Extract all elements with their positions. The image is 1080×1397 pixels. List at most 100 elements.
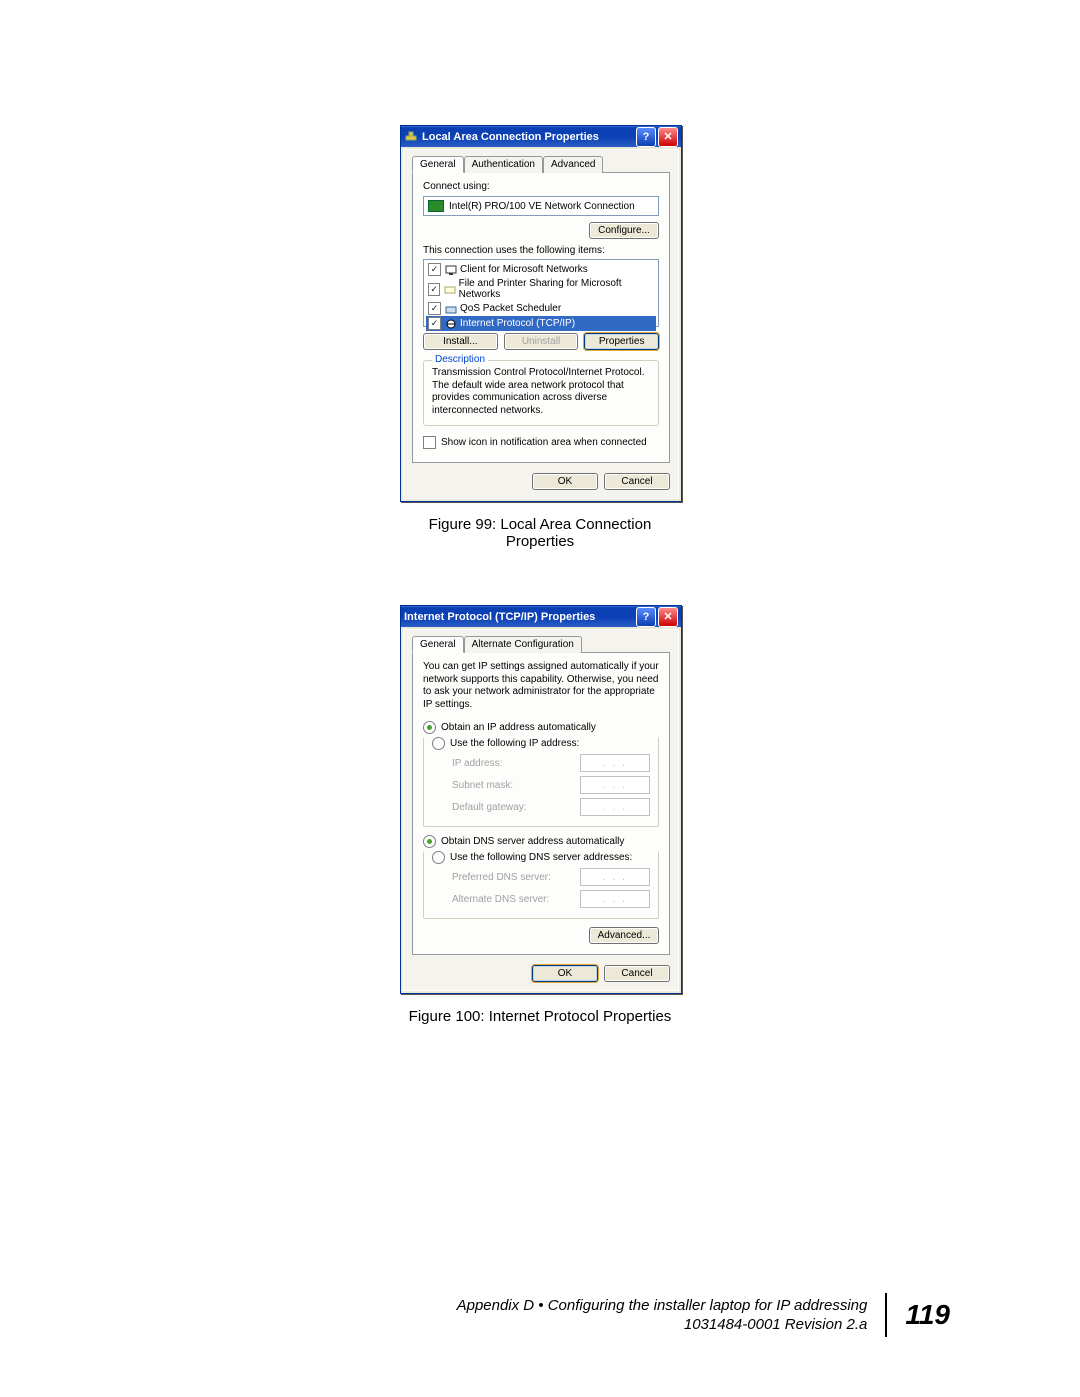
titlebar[interactable]: Internet Protocol (TCP/IP) Properties ? …: [401, 606, 681, 627]
show-icon-label: Show icon in notification area when conn…: [441, 437, 647, 448]
list-item[interactable]: ✓ QoS Packet Scheduler: [426, 301, 656, 316]
item-label: QoS Packet Scheduler: [460, 303, 561, 314]
list-item[interactable]: ✓ File and Printer Sharing for Microsoft…: [426, 277, 656, 301]
lan-properties-dialog: Local Area Connection Properties ? ✕ Gen…: [400, 125, 682, 502]
checkbox-icon[interactable]: [423, 436, 436, 449]
dns-fields: Preferred DNS server: . . . Alternate DN…: [452, 868, 650, 908]
help-button[interactable]: ?: [636, 607, 656, 627]
adapter-box: Intel(R) PRO/100 VE Network Connection: [423, 196, 659, 216]
subnet-input: . . .: [580, 776, 650, 794]
tcpip-icon: [444, 317, 457, 330]
footer-line1: Appendix D • Configuring the installer l…: [457, 1296, 868, 1316]
item-label: Internet Protocol (TCP/IP): [460, 318, 575, 329]
tab-content: You can get IP settings assigned automat…: [412, 652, 670, 955]
advanced-row: Advanced...: [423, 927, 659, 944]
tabs: General Alternate Configuration: [412, 636, 670, 653]
dns-group: Use the following DNS server addresses: …: [423, 851, 659, 919]
dialog-buttons: OK Cancel: [412, 473, 670, 490]
item-buttons-row: Install... Uninstall Properties: [423, 333, 659, 350]
items-listbox[interactable]: ✓ Client for Microsoft Networks ✓ File a…: [423, 259, 659, 327]
pref-dns-label: Preferred DNS server:: [452, 872, 572, 883]
tab-general[interactable]: General: [412, 636, 464, 653]
tab-content: Connect using: Intel(R) PRO/100 VE Netwo…: [412, 172, 670, 463]
close-button[interactable]: ✕: [658, 607, 678, 627]
properties-button[interactable]: Properties: [584, 333, 659, 350]
cancel-button[interactable]: Cancel: [604, 473, 670, 490]
ip-group: Use the following IP address: IP address…: [423, 737, 659, 827]
checkbox-icon[interactable]: ✓: [428, 263, 441, 276]
description-legend: Description: [432, 354, 488, 365]
figure-caption: Figure 100: Internet Protocol Properties: [400, 1008, 680, 1025]
dialog-buttons: OK Cancel: [412, 965, 670, 982]
figure-99: Local Area Connection Properties ? ✕ Gen…: [400, 125, 680, 550]
show-icon-row[interactable]: Show icon in notification area when conn…: [423, 436, 659, 449]
list-item-selected[interactable]: ✓ Internet Protocol (TCP/IP): [426, 316, 656, 331]
radio-label: Obtain an IP address automatically: [441, 722, 596, 733]
connect-using-label: Connect using:: [423, 181, 659, 192]
item-label: File and Printer Sharing for Microsoft N…: [459, 278, 654, 300]
item-label: Client for Microsoft Networks: [460, 264, 588, 275]
dialog-body: General Alternate Configuration You can …: [403, 629, 679, 991]
gateway-label: Default gateway:: [452, 802, 572, 813]
close-button[interactable]: ✕: [658, 127, 678, 147]
list-item[interactable]: ✓ Client for Microsoft Networks: [426, 262, 656, 277]
footer-divider: [885, 1293, 887, 1337]
figure-caption: Figure 99: Local Area Connection Propert…: [400, 516, 680, 550]
checkbox-icon[interactable]: ✓: [428, 283, 440, 296]
figure-100: Internet Protocol (TCP/IP) Properties ? …: [400, 605, 680, 1025]
description-fieldset: Description Transmission Control Protoco…: [423, 360, 659, 426]
footer-line2: 1031484-0001 Revision 2.a: [457, 1315, 868, 1335]
adapter-name: Intel(R) PRO/100 VE Network Connection: [449, 201, 635, 212]
dialog-title: Local Area Connection Properties: [422, 131, 599, 143]
radio-use-ip[interactable]: Use the following IP address:: [432, 737, 650, 750]
radio-label: Obtain DNS server address automatically: [441, 836, 624, 847]
radio-icon[interactable]: [423, 835, 436, 848]
advanced-button[interactable]: Advanced...: [589, 927, 659, 944]
checkbox-icon[interactable]: ✓: [428, 317, 441, 330]
description-text: Transmission Control Protocol/Internet P…: [432, 367, 650, 417]
ok-button[interactable]: OK: [532, 473, 598, 490]
checkbox-icon[interactable]: ✓: [428, 302, 441, 315]
uninstall-button: Uninstall: [504, 333, 579, 350]
tab-authentication[interactable]: Authentication: [464, 156, 543, 173]
radio-icon[interactable]: [423, 721, 436, 734]
qos-icon: [444, 302, 457, 315]
configure-button[interactable]: Configure...: [589, 222, 659, 239]
tabs: General Authentication Advanced: [412, 156, 670, 173]
radio-auto-ip[interactable]: Obtain an IP address automatically: [423, 721, 659, 734]
help-button[interactable]: ?: [636, 127, 656, 147]
tcpip-properties-dialog: Internet Protocol (TCP/IP) Properties ? …: [400, 605, 682, 994]
tab-advanced[interactable]: Advanced: [543, 156, 603, 173]
cancel-button[interactable]: Cancel: [604, 965, 670, 982]
radio-icon[interactable]: [432, 737, 445, 750]
client-icon: [444, 263, 457, 276]
pref-dns-input: . . .: [580, 868, 650, 886]
footer-text: Appendix D • Configuring the installer l…: [457, 1296, 868, 1335]
gateway-input: . . .: [580, 798, 650, 816]
radio-use-dns[interactable]: Use the following DNS server addresses:: [432, 851, 650, 864]
network-icon: [404, 130, 418, 144]
alt-dns-label: Alternate DNS server:: [452, 894, 572, 905]
page-number: 119: [905, 1299, 950, 1331]
ip-fields: IP address: . . . Subnet mask: . . . Def…: [452, 754, 650, 816]
dialog-title: Internet Protocol (TCP/IP) Properties: [404, 611, 595, 623]
document-page: Local Area Connection Properties ? ✕ Gen…: [0, 0, 1080, 1397]
page-footer: Appendix D • Configuring the installer l…: [457, 1293, 950, 1337]
install-button[interactable]: Install...: [423, 333, 498, 350]
radio-icon[interactable]: [432, 851, 445, 864]
share-icon: [443, 283, 455, 296]
ok-button[interactable]: OK: [532, 965, 598, 982]
configure-row: Configure...: [423, 222, 659, 239]
alt-dns-input: . . .: [580, 890, 650, 908]
intro-text: You can get IP settings assigned automat…: [423, 661, 659, 711]
radio-label: Use the following IP address:: [450, 738, 579, 749]
tab-alternate[interactable]: Alternate Configuration: [464, 636, 582, 653]
titlebar[interactable]: Local Area Connection Properties ? ✕: [401, 126, 681, 147]
ip-address-input: . . .: [580, 754, 650, 772]
items-label: This connection uses the following items…: [423, 245, 659, 256]
radio-auto-dns[interactable]: Obtain DNS server address automatically: [423, 835, 659, 848]
tab-general[interactable]: General: [412, 156, 464, 173]
ip-address-label: IP address:: [452, 758, 572, 769]
dialog-body: General Authentication Advanced Connect …: [403, 149, 679, 499]
radio-label: Use the following DNS server addresses:: [450, 852, 632, 863]
